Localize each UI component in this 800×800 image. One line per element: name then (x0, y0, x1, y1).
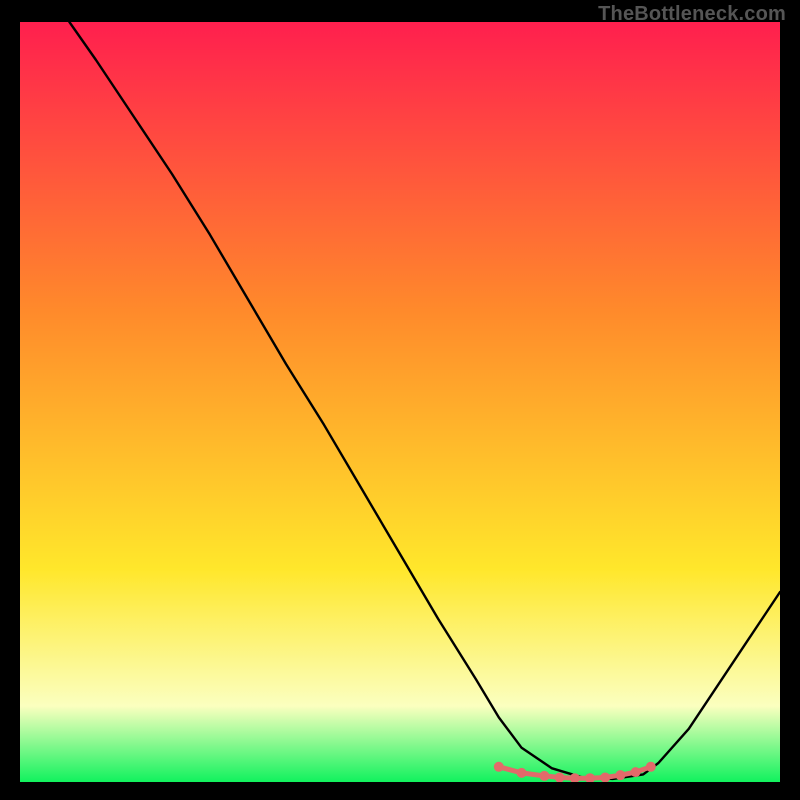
chart-plot (20, 22, 780, 782)
basin-dot (615, 770, 625, 780)
basin-dot (631, 767, 641, 777)
basin-dot (494, 762, 504, 772)
gradient-background (20, 22, 780, 782)
basin-dot (555, 772, 565, 782)
basin-dot (539, 771, 549, 781)
basin-dot (646, 762, 656, 772)
chart-frame (20, 22, 780, 782)
basin-dot (517, 768, 527, 778)
basin-dot (600, 772, 610, 782)
